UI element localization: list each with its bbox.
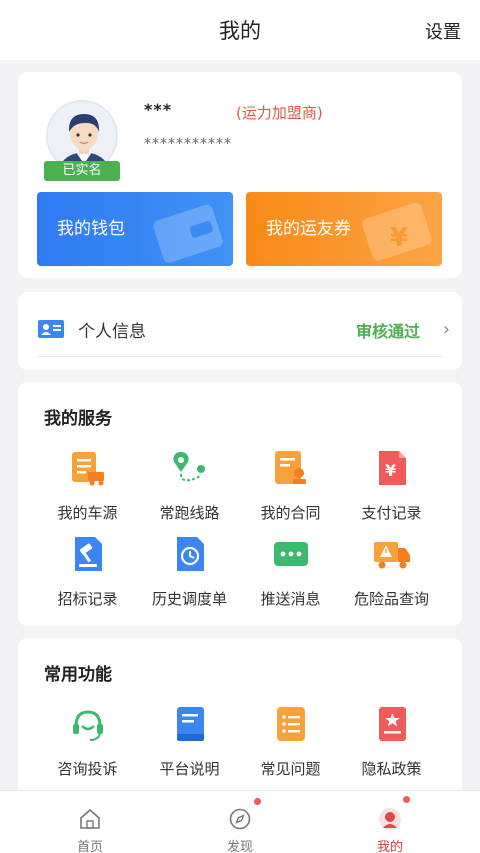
- coupon-button[interactable]: 我的运友券 ¥: [246, 192, 442, 266]
- service-item-messages[interactable]: 推送消息: [235, 534, 346, 609]
- svg-text:¥: ¥: [385, 461, 396, 480]
- personal-info-row[interactable]: 个人信息 审核通过 ›: [18, 292, 462, 370]
- function-item-faq[interactable]: 常见问题: [235, 704, 346, 779]
- service-item-vehicles[interactable]: 我的车源: [32, 448, 143, 523]
- hazard-truck-icon: [373, 542, 410, 569]
- function-item-label: 隐私政策: [361, 760, 422, 778]
- message-icon: [273, 542, 308, 566]
- svg-text:¥: ¥: [390, 223, 408, 253]
- service-item-payments[interactable]: ¥ 支付记录: [336, 448, 447, 523]
- tab-label: 我的: [376, 840, 403, 853]
- coupon-icon: ¥: [362, 202, 432, 261]
- tab-label: 首页: [76, 840, 103, 853]
- review-status: 审核通过: [355, 322, 420, 341]
- chevron-right-icon: ›: [442, 319, 450, 340]
- profile-card: 已实名 *** (运力加盟商) *********** 我的钱包 我的运友券 ¥: [18, 72, 462, 278]
- tab-home[interactable]: 首页: [10, 791, 170, 853]
- divider: [38, 356, 442, 357]
- service-item-label: 常跑线路: [159, 504, 220, 522]
- home-icon: [80, 808, 100, 829]
- wallet-button[interactable]: 我的钱包: [37, 192, 233, 266]
- functions-section: 常用功能 咨询投诉 平台说明 常见问题 隐私政策: [18, 638, 462, 798]
- user-phone: ***********: [144, 136, 232, 152]
- payment-record-icon: ¥: [378, 451, 406, 485]
- profile-icon: [379, 808, 401, 830]
- wallet-label: 我的钱包: [57, 219, 125, 239]
- function-item-privacy[interactable]: 隐私政策: [336, 704, 447, 779]
- compass-icon: [229, 808, 251, 830]
- service-item-label: 危险品查询: [353, 590, 429, 608]
- mine-notification-dot: [403, 796, 410, 803]
- tab-mine[interactable]: 我的: [310, 791, 470, 853]
- user-role: (运力加盟商): [236, 104, 323, 122]
- service-item-label: 我的合同: [260, 504, 321, 522]
- service-item-label: 推送消息: [260, 590, 321, 608]
- tab-discover[interactable]: 发现: [160, 791, 320, 853]
- discover-notification-dot: [254, 798, 261, 805]
- services-section: 我的服务 我的车源 常跑线路 我的合同 ¥ 支付记录 招标记录 历史调度单 推送…: [18, 382, 462, 626]
- settings-button[interactable]: 设置: [425, 18, 461, 44]
- service-item-label: 历史调度单: [151, 590, 227, 608]
- functions-title: 常用功能: [44, 665, 112, 685]
- service-item-hazard[interactable]: 危险品查询: [336, 534, 447, 609]
- bottom-tab-bar: 首页 发现 我的: [0, 790, 480, 853]
- verified-badge: 已实名: [44, 161, 120, 181]
- top-bar: 我的 设置: [0, 0, 480, 60]
- function-item-label: 平台说明: [159, 760, 220, 778]
- privacy-icon: [378, 707, 406, 741]
- headset-icon: [72, 710, 103, 741]
- service-item-contracts[interactable]: 我的合同: [235, 448, 346, 523]
- coupon-label: 我的运友券: [266, 219, 351, 239]
- service-item-bids[interactable]: 招标记录: [32, 534, 143, 609]
- contract-icon: [274, 451, 306, 484]
- service-item-label: 支付记录: [361, 504, 422, 522]
- user-name: ***: [144, 100, 173, 119]
- personal-info-label: 个人信息: [78, 322, 146, 342]
- history-dispatch-icon: [176, 537, 204, 571]
- page-title: 我的: [219, 19, 261, 43]
- route-icon: [172, 452, 205, 482]
- tab-label: 发现: [226, 840, 253, 853]
- services-title: 我的服务: [44, 409, 112, 429]
- function-item-label: 咨询投诉: [57, 760, 118, 778]
- service-item-label: 我的车源: [57, 504, 118, 522]
- truck-list-icon: [71, 452, 104, 486]
- wallet-icon: [153, 204, 223, 263]
- service-item-routes[interactable]: 常跑线路: [134, 448, 245, 523]
- service-item-history[interactable]: 历史调度单: [134, 534, 245, 609]
- faq-list-icon: [276, 707, 305, 741]
- service-item-label: 招标记录: [57, 590, 118, 608]
- book-icon: [176, 707, 204, 741]
- function-item-guide[interactable]: 平台说明: [134, 704, 245, 779]
- bid-gavel-icon: [74, 537, 102, 571]
- function-item-consult[interactable]: 咨询投诉: [32, 704, 143, 779]
- function-item-label: 常见问题: [260, 760, 321, 778]
- id-card-icon: [38, 320, 64, 338]
